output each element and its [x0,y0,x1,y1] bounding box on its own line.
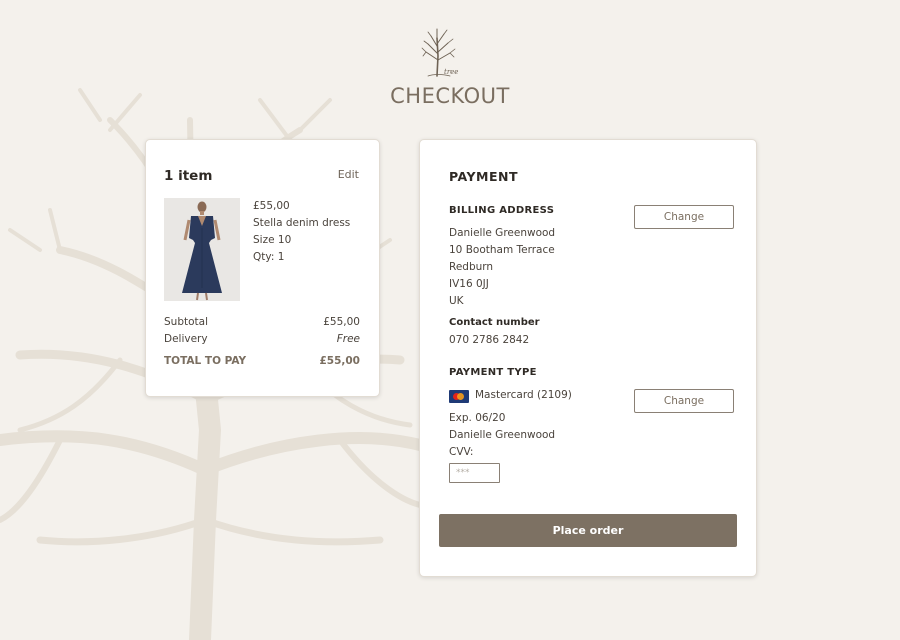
payment-type-title: PAYMENT TYPE [449,367,537,378]
delivery-row: Delivery Free [164,333,360,345]
delivery-label: Delivery [164,333,208,345]
cvv-label: CVV: [449,446,474,458]
contact-number-value: 070 2786 2842 [449,334,530,346]
card-label: Mastercard (2109) [475,389,572,401]
cart-item-count: 1 item [164,168,213,184]
product-name: Stella denim dress [253,217,351,229]
dress-image [164,198,240,301]
billing-town: Redburn [449,261,494,273]
mastercard-icon [449,390,469,403]
card-holder: Danielle Greenwood [449,429,556,441]
billing-name: Danielle Greenwood [449,227,556,239]
total-value: £55,00 [319,355,360,367]
subtotal-row: Subtotal £55,00 [164,316,360,328]
billing-country: UK [449,295,464,307]
page-title: CHECKOUT [390,84,510,108]
order-summary-card: 1 item Edit £55,00 Stella denim dress Si… [145,139,380,397]
billing-postcode: IV16 0JJ [449,278,489,290]
billing-street: 10 Bootham Terrace [449,244,555,256]
change-payment-button[interactable]: Change [634,389,734,413]
card-expiry: Exp. 06/20 [449,412,506,424]
delivery-value: Free [336,333,360,345]
billing-address-title: BILLING ADDRESS [449,205,555,216]
product-details: £55,00 Stella denim dress Size 10 Qty: 1 [253,198,350,266]
subtotal-value: £55,00 [323,316,360,328]
cvv-input[interactable] [449,463,500,483]
edit-cart-link[interactable]: Edit [338,168,359,181]
payment-title: PAYMENT [449,169,519,184]
total-row: TOTAL TO PAY £55,00 [164,355,360,367]
payment-card: PAYMENT BILLING ADDRESS Change Danielle … [419,139,757,577]
product-price: £55,00 [253,200,290,212]
product-size: Size 10 [253,234,292,246]
subtotal-label: Subtotal [164,316,208,328]
product-qty: Qty: 1 [253,251,285,263]
contact-number-label: Contact number [449,317,540,328]
place-order-button[interactable]: Place order [439,514,737,547]
tree-icon: tree [421,28,458,77]
total-label: TOTAL TO PAY [164,355,247,367]
svg-text:tree: tree [444,68,458,76]
change-billing-button[interactable]: Change [634,205,734,229]
